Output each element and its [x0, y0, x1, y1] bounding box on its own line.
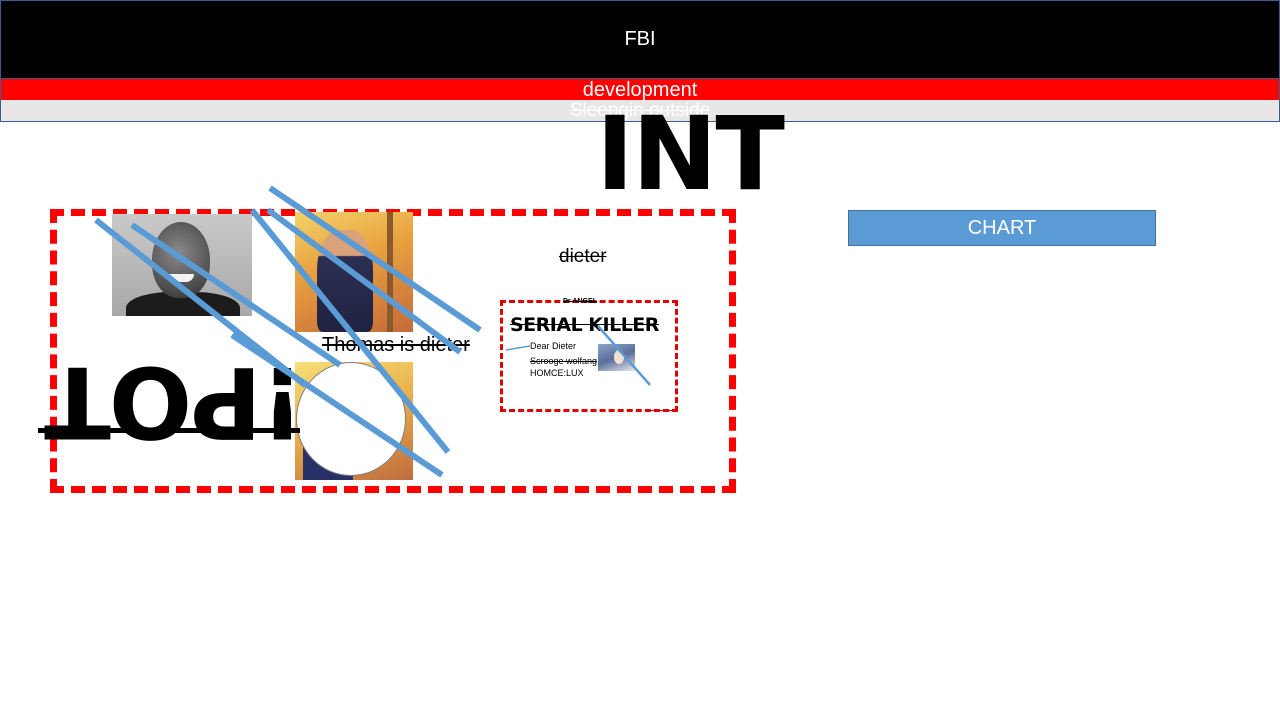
chart-button-label: CHART	[967, 216, 1037, 239]
portrait-smile-shape	[168, 274, 194, 282]
slide-canvas: FBI development Sleepgin outside INT CHA…	[0, 0, 1280, 720]
homce-text: HOMCE:LUX	[530, 368, 584, 378]
header-title: FBI	[624, 28, 656, 50]
portrait-photo[interactable]	[112, 214, 252, 316]
dieter-label: dieter	[559, 246, 607, 267]
white-circle-shape[interactable]	[296, 362, 406, 476]
photo-pole-shape	[387, 212, 393, 332]
serial-killer-title: SERIAL KILLER	[510, 314, 659, 336]
note-tiny-heading: Dr ANGEL	[563, 298, 597, 305]
rotated-ipot-text: !POT	[46, 344, 305, 458]
thumbnail-face-shape	[614, 350, 624, 364]
note-underline	[650, 410, 678, 411]
int-headline: INT	[596, 95, 785, 214]
chart-button[interactable]: CHART	[848, 210, 1156, 246]
note-thumbnail[interactable]	[598, 344, 635, 371]
photo-figure-shape	[317, 230, 373, 332]
portrait-head-shape	[152, 222, 210, 298]
dear-dieter-text: Dear Dieter	[530, 341, 577, 351]
yellow-photo-top[interactable]	[295, 212, 413, 332]
thomas-label: Thomas is dieter	[322, 334, 470, 356]
header-bar: FBI	[0, 0, 1280, 79]
scrooge-text: Scrooge wolfang	[530, 356, 598, 366]
ipot-strike-line	[38, 428, 300, 433]
